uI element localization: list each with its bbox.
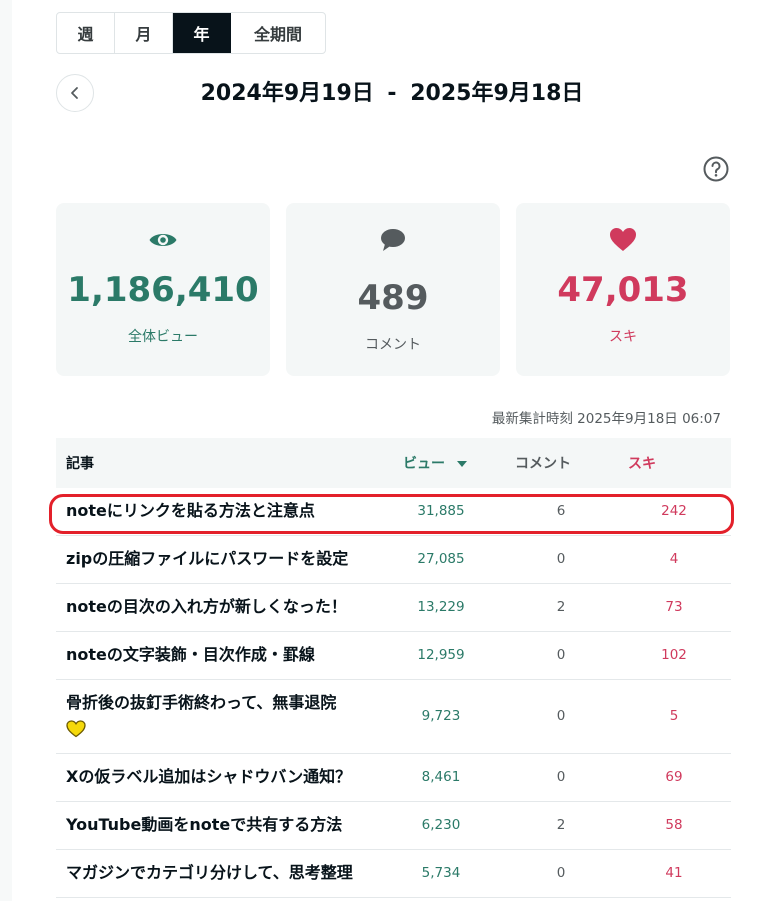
article-likes: 41 — [665, 865, 683, 881]
table-row[interactable]: Xの仮ラベル追加はシャドウバン通知？ 8,461 0 69 — [56, 754, 731, 802]
article-views: 12,959 — [417, 647, 465, 663]
date-separator: - — [387, 81, 397, 106]
article-title-text: 骨折後の抜釘手術終わって、無事退院 — [66, 693, 337, 712]
article-comments: 6 — [556, 503, 566, 519]
tab-month[interactable]: 月 — [115, 13, 173, 53]
date-start: 2024年9月19日 — [200, 81, 374, 106]
eye-icon — [56, 227, 270, 253]
article-views: 8,461 — [421, 769, 461, 785]
article-comments: 0 — [556, 769, 566, 785]
article-title[interactable]: noteの文字装飾・目次作成・罫線 — [66, 643, 396, 667]
article-views: 27,085 — [417, 551, 465, 567]
column-header-article: 記事 — [66, 456, 94, 472]
article-title[interactable]: YouTube動画をnoteで共有する方法 — [66, 813, 396, 837]
date-range: 2024年9月19日 - 2025年9月18日 — [192, 78, 592, 110]
sort-down-icon — [456, 461, 467, 467]
column-header-comments[interactable]: コメント — [515, 454, 571, 474]
table-row[interactable]: YouTube動画をnoteで共有する方法 6,230 2 58 — [56, 802, 731, 850]
total-likes-value: 47,013 — [557, 270, 689, 310]
table-row[interactable]: noteにリンクを貼る方法と注意点 31,885 6 242 — [56, 488, 731, 536]
table-row[interactable]: 骨折後の抜釘手術終わって、無事退院 9,723 0 5 — [56, 680, 731, 754]
table-header: 記事 ビュー コメント スキ — [56, 438, 731, 488]
article-views: 9,723 — [421, 708, 461, 724]
yellow-heart-icon — [66, 719, 86, 737]
total-comments-value: 489 — [357, 278, 429, 318]
article-comments: 0 — [556, 708, 566, 724]
article-title[interactable]: noteにリンクを貼る方法と注意点 — [66, 499, 396, 523]
table-row[interactable]: noteの文字装飾・目次作成・罫線 12,959 0 102 — [56, 632, 731, 680]
article-comments: 0 — [556, 865, 566, 881]
views-card: 1,186,410 全体ビュー — [56, 203, 270, 376]
question-circle-icon — [703, 156, 729, 182]
article-likes: 5 — [669, 708, 679, 724]
article-views: 6,230 — [421, 817, 461, 833]
last-updated-text: 最新集計時刻 2025年9月18日 06:07 — [491, 411, 721, 427]
article-comments: 0 — [556, 647, 566, 663]
table-row[interactable]: zipの圧縮ファイルにパスワードを設定 27,085 0 4 — [56, 536, 731, 584]
article-likes: 69 — [665, 769, 683, 785]
total-comments-label: コメント — [365, 337, 421, 353]
article-views: 31,885 — [417, 503, 465, 519]
column-header-views[interactable]: ビュー — [403, 454, 468, 474]
article-title[interactable]: 骨折後の抜釘手術終わって、無事退院 — [66, 691, 396, 739]
speech-bubble-icon — [286, 227, 500, 253]
table-row[interactable]: noteの目次の入れ方が新しくなった！ 13,229 2 73 — [56, 584, 731, 632]
period-tabs: 週 月 年 全期間 — [56, 12, 326, 54]
views-header-label: ビュー — [403, 456, 445, 472]
article-title[interactable]: noteの目次の入れ方が新しくなった！ — [66, 595, 396, 619]
article-views: 5,734 — [421, 865, 461, 881]
article-comments: 0 — [556, 551, 566, 567]
article-stats-table: 記事 ビュー コメント スキ noteにリンクを貼る方法と注意点 31,885 … — [56, 438, 731, 898]
tab-year[interactable]: 年 — [173, 13, 231, 53]
date-end: 2025年9月18日 — [410, 81, 584, 106]
article-likes: 58 — [665, 817, 683, 833]
article-title[interactable]: Xの仮ラベル追加はシャドウバン通知？ — [66, 765, 396, 789]
left-edge-panel — [0, 0, 12, 901]
article-likes: 242 — [661, 503, 687, 519]
article-likes: 102 — [661, 647, 687, 663]
article-title[interactable]: マガジンでカテゴリ分けして、思考整理 — [66, 861, 396, 885]
article-comments: 2 — [556, 599, 566, 615]
tab-all-time[interactable]: 全期間 — [231, 13, 325, 53]
help-button[interactable] — [702, 155, 730, 183]
chevron-left-icon — [71, 87, 78, 99]
tab-week[interactable]: 週 — [57, 13, 115, 53]
article-title[interactable]: zipの圧縮ファイルにパスワードを設定 — [66, 547, 396, 571]
article-views: 13,229 — [417, 599, 465, 615]
table-row[interactable]: マガジンでカテゴリ分けして、思考整理 5,734 0 41 — [56, 850, 731, 898]
article-likes: 73 — [665, 599, 683, 615]
previous-period-button[interactable] — [56, 74, 94, 112]
article-comments: 2 — [556, 817, 566, 833]
total-likes-label: スキ — [609, 329, 637, 345]
likes-card: 47,013 スキ — [516, 203, 730, 376]
heart-icon — [516, 227, 730, 253]
article-likes: 4 — [669, 551, 679, 567]
total-views-label: 全体ビュー — [128, 329, 198, 345]
total-views-value: 1,186,410 — [67, 270, 259, 310]
column-header-likes[interactable]: スキ — [628, 454, 656, 474]
comments-card: 489 コメント — [286, 203, 500, 376]
